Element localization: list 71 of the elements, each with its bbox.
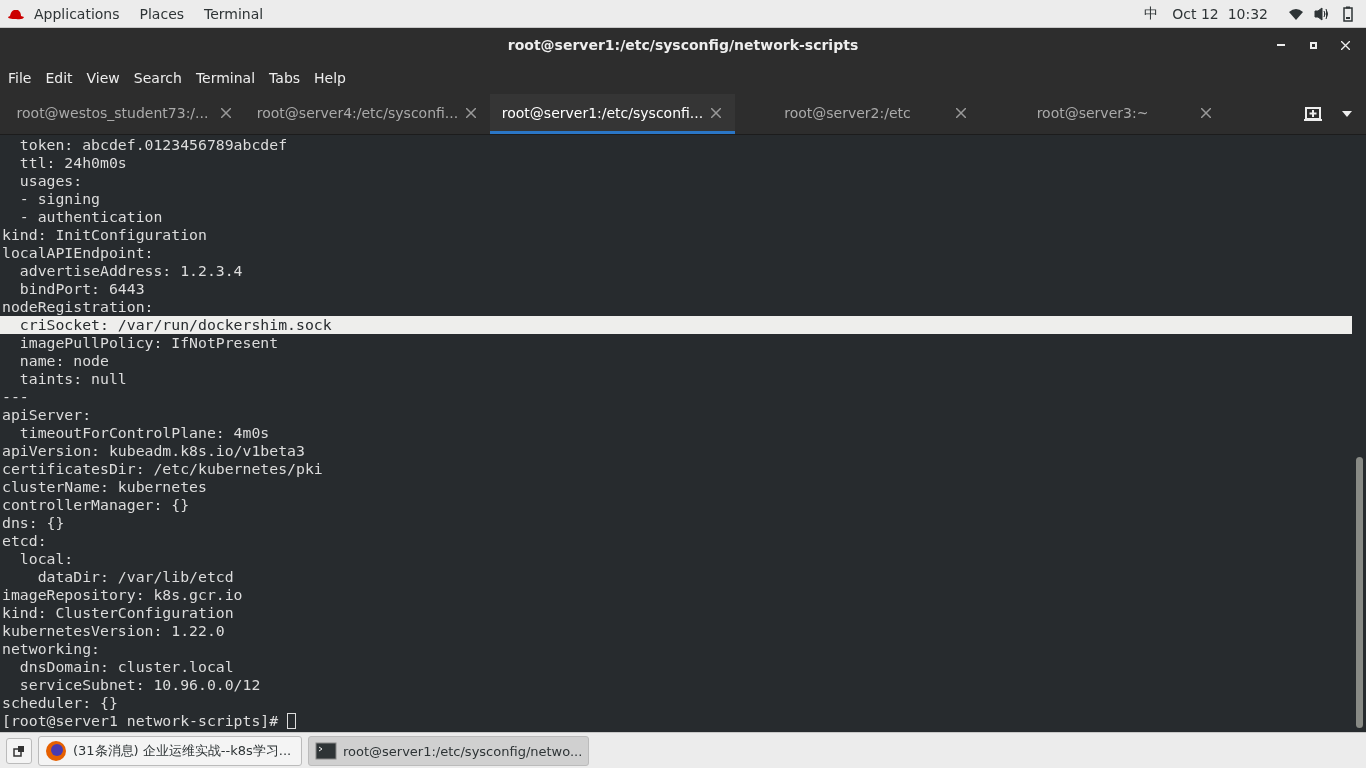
menu-item[interactable]: View xyxy=(79,70,127,86)
clock[interactable]: Oct 12 10:32 xyxy=(1172,5,1268,22)
input-method-indicator[interactable]: 中 xyxy=(1144,4,1159,23)
shell-prompt: [root@server1 network-scripts]# xyxy=(1,712,280,730)
terminal-line: serviceSubnet: 10.96.0.0/12 xyxy=(18,676,262,694)
close-icon[interactable] xyxy=(1201,107,1211,118)
terminal-line: usages: xyxy=(18,172,84,190)
close-icon[interactable] xyxy=(221,107,231,118)
terminal-line: kubernetesVersion: 1.22.0 xyxy=(1,622,226,640)
windows-icon xyxy=(13,745,25,757)
menu-item[interactable]: Tabs xyxy=(262,70,308,86)
terminal-line: advertiseAddress: 1.2.3.4 xyxy=(18,262,244,280)
globe-icon xyxy=(45,740,67,762)
menu-item[interactable]: Edit xyxy=(38,70,80,86)
terminal-line: certificatesDir: /etc/kubernetes/pki xyxy=(1,460,324,478)
terminal-line: networking: xyxy=(1,640,101,658)
taskbar-window-button[interactable]: (31条消息) 企业运维实战--k8s学习... xyxy=(38,736,302,766)
battery-icon[interactable] xyxy=(1340,5,1356,22)
menu-item[interactable]: File xyxy=(0,70,39,86)
volume-icon[interactable] xyxy=(1314,5,1330,22)
terminal-line: dataDir: /var/lib/etcd xyxy=(36,568,235,586)
terminal-line: etcd: xyxy=(1,532,48,550)
terminal-line: localAPIEndpoint: xyxy=(1,244,155,262)
terminal-line: ttl: 24h0m0s xyxy=(18,154,128,172)
terminal-line: --- xyxy=(1,388,30,406)
top-bar-menu[interactable]: Applications xyxy=(24,5,130,22)
caret-icon[interactable] xyxy=(1342,111,1352,117)
terminal-tab[interactable]: root@westos_student73:/... xyxy=(0,94,245,134)
terminal-tab[interactable]: root@server2:/etc xyxy=(735,94,980,134)
menu-item[interactable]: Search xyxy=(126,70,189,86)
terminal-line: dns: {} xyxy=(1,514,66,532)
terminal-icon xyxy=(315,742,337,760)
menu-item[interactable]: Help xyxy=(307,70,353,86)
maximize-icon xyxy=(1309,41,1317,49)
terminal-line: controllerManager: {} xyxy=(1,496,191,514)
minimize-icon xyxy=(1277,44,1285,46)
terminal-line: kind: InitConfiguration xyxy=(1,226,208,244)
menu-item[interactable]: Terminal xyxy=(188,70,263,86)
terminal-tab[interactable]: root@server3:~ xyxy=(980,94,1225,134)
terminal-line: - signing xyxy=(18,190,101,208)
show-desktop-button[interactable] xyxy=(6,738,32,764)
close-icon[interactable] xyxy=(711,107,721,118)
terminal-tab[interactable]: root@server4:/etc/sysconfi... xyxy=(245,94,490,134)
terminal-line: local: xyxy=(18,550,75,568)
terminal-line: scheduler: {} xyxy=(1,694,119,712)
terminal-line: kind: ClusterConfiguration xyxy=(1,604,235,622)
scrollbar-thumb[interactable] xyxy=(1356,457,1363,728)
close-icon xyxy=(1340,40,1350,50)
terminal-line: imagePullPolicy: IfNotPresent xyxy=(18,334,280,352)
terminal-line: bindPort: 6443 xyxy=(18,280,146,298)
close-icon[interactable] xyxy=(466,107,476,118)
top-bar-menu[interactable]: Places xyxy=(129,5,195,22)
new-tab-icon[interactable] xyxy=(1304,106,1322,122)
terminal-line: token: abcdef.0123456789abcdef xyxy=(18,136,289,154)
text-cursor xyxy=(287,713,297,729)
terminal-line: timeoutForControlPlane: 4m0s xyxy=(18,424,271,442)
close-icon[interactable] xyxy=(956,107,966,118)
top-bar-menu[interactable]: Terminal xyxy=(194,5,274,22)
terminal-line: clusterName: kubernetes xyxy=(1,478,208,496)
terminal-line: name: node xyxy=(18,352,110,370)
terminal-line: apiVersion: kubeadm.k8s.io/v1beta3 xyxy=(1,442,306,460)
terminal-line: apiServer: xyxy=(1,406,93,424)
terminal-line: imageRepository: k8s.gcr.io xyxy=(1,586,244,604)
taskbar-window-button[interactable]: root@server1:/etc/sysconfig/netwo... xyxy=(308,736,590,766)
terminal-line: nodeRegistration: xyxy=(1,298,155,316)
terminal-line: - authentication xyxy=(18,208,164,226)
terminal-line: taints: null xyxy=(18,370,128,388)
window-title: root@server1:/etc/sysconfig/network-scripts xyxy=(507,37,859,53)
terminal-tab[interactable]: root@server1:/etc/sysconfi... xyxy=(490,94,735,134)
hat-logo-icon xyxy=(8,7,24,20)
terminal-line: dnsDomain: cluster.local xyxy=(18,658,235,676)
